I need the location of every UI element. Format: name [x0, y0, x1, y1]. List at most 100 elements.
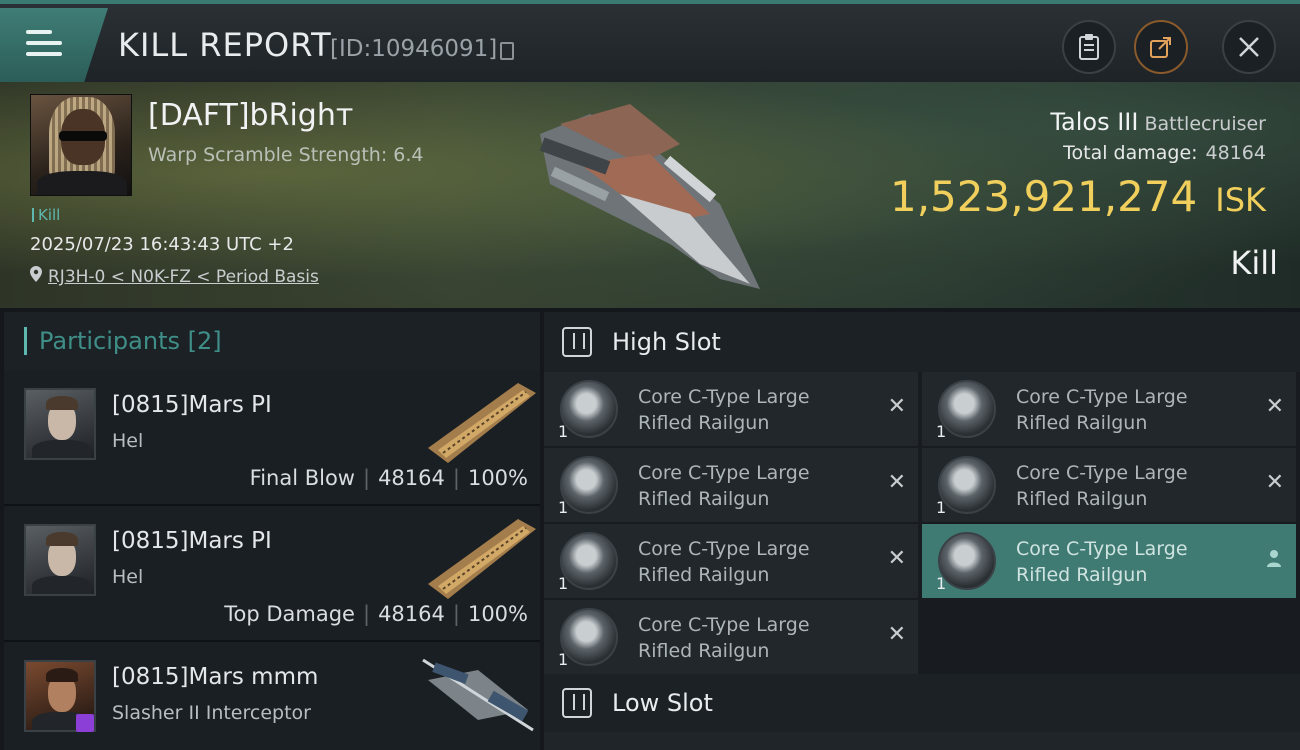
- module-item[interactable]: 1 Core C-Type Large Rifled Railgun ✕: [544, 600, 918, 674]
- participant-row[interactable]: [0815]Mars mmm Slasher II Interceptor: [4, 642, 540, 750]
- report-id: [ID:10946091]: [330, 36, 498, 62]
- participant-ship: Hel: [112, 566, 144, 588]
- low-slot-label: Low Slot: [612, 689, 713, 717]
- module-name: Core C-Type Large Rifled Railgun: [1016, 384, 1188, 436]
- participant-avatar[interactable]: [24, 388, 96, 460]
- low-slot-modules: [544, 732, 1300, 750]
- module-destroyed-icon: ✕: [887, 470, 906, 495]
- copy-icon[interactable]: [500, 42, 514, 60]
- module-name-line1: Core C-Type Large: [638, 386, 810, 408]
- participant-name[interactable]: [0815]Mars PI: [112, 392, 272, 418]
- participant-damage: 48164: [378, 466, 445, 490]
- module-item[interactable]: 1 Core C-Type Large Rifled Railgun: [922, 524, 1296, 598]
- participant-ship: Hel: [112, 430, 144, 452]
- low-slot-header[interactable]: Low Slot: [544, 674, 1300, 732]
- share-icon: [1150, 37, 1171, 58]
- share-button[interactable]: [1134, 20, 1188, 74]
- module-destroyed-icon: ✕: [1265, 394, 1284, 419]
- participant-ship-image: [428, 383, 536, 463]
- page-title: KILL REPORT: [118, 26, 332, 64]
- participant-stats: Top Damage | 48164 | 100%: [224, 602, 528, 626]
- module-name-line1: Core C-Type Large: [1016, 386, 1188, 408]
- module-item[interactable]: 1 Core C-Type Large Rifled Railgun ✕: [544, 372, 918, 446]
- total-damage: Total damage: 48164: [1063, 142, 1266, 164]
- module-name: Core C-Type Large Rifled Railgun: [1016, 460, 1188, 512]
- module-name-line2: Rifled Railgun: [1016, 488, 1148, 510]
- participant-name[interactable]: [0815]Mars mmm: [112, 664, 318, 690]
- module-destroyed-icon: ✕: [887, 622, 906, 647]
- module-name: Core C-Type Large Rifled Railgun: [638, 460, 810, 512]
- clipboard-button[interactable]: [1062, 20, 1116, 74]
- close-icon: [1239, 37, 1259, 57]
- total-damage-label: Total damage:: [1063, 142, 1198, 164]
- module-name-line1: Core C-Type Large: [638, 538, 810, 560]
- high-slot-modules: 1 Core C-Type Large Rifled Railgun ✕ 1 Co…: [544, 372, 1300, 674]
- module-name-line2: Rifled Railgun: [638, 640, 770, 662]
- module-name: Core C-Type Large Rifled Railgun: [638, 612, 810, 664]
- victim-ship: Talos III Battlecruiser: [1050, 108, 1266, 136]
- participant-name[interactable]: [0815]Mars PI: [112, 528, 272, 554]
- module-name: Core C-Type Large Rifled Railgun: [638, 536, 810, 588]
- railgun-icon: [938, 456, 996, 514]
- isk-unit: ISK: [1215, 181, 1266, 219]
- module-name: Core C-Type Large Rifled Railgun: [1016, 536, 1188, 588]
- module-destroyed-icon: ✕: [887, 394, 906, 419]
- module-item[interactable]: 1 Core C-Type Large Rifled Railgun ✕: [544, 524, 918, 598]
- kill-summary-hero: [DAFT]bRighт Warp Scramble Strength: 6.4…: [0, 82, 1300, 308]
- participants-header[interactable]: Participants [2]: [4, 312, 540, 370]
- participant-ship-image: [428, 519, 536, 599]
- module-name-line1: Core C-Type Large: [1016, 538, 1188, 560]
- module-name: Core C-Type Large Rifled Railgun: [638, 384, 810, 436]
- module-quantity: 1: [936, 498, 947, 517]
- module-item[interactable]: 1 Core C-Type Large Rifled Railgun ✕: [544, 448, 918, 522]
- module-item[interactable]: 1 Core C-Type Large Rifled Railgun ✕: [922, 372, 1296, 446]
- role-badge-icon: [76, 714, 94, 732]
- participant-percent: 100%: [467, 466, 528, 490]
- module-name-line2: Rifled Railgun: [638, 564, 770, 586]
- fitting-panel: High Slot 1 Core C-Type Large Rifled Rail…: [544, 312, 1300, 750]
- high-slot-label: High Slot: [612, 328, 721, 356]
- module-quantity: 1: [558, 650, 569, 669]
- top-bar: KILL REPORT [ID:10946091]: [0, 0, 1300, 82]
- railgun-icon: [938, 532, 996, 590]
- participant-row[interactable]: [0815]Mars PI Hel Top Damage | 48164 | 100%: [4, 506, 540, 642]
- participant-row[interactable]: [0815]Mars PI Hel Final Blow | 48164 | 100%: [4, 370, 540, 506]
- warp-scramble-strength: Warp Scramble Strength: 6.4: [148, 144, 424, 166]
- module-quantity: 1: [936, 422, 947, 441]
- result-label: Kill: [1230, 244, 1278, 282]
- railgun-icon: [938, 380, 996, 438]
- participants-panel: Participants [2] [0815]Mars PI Hel Final…: [4, 312, 540, 750]
- victim-name[interactable]: [DAFT]bRighт: [148, 98, 353, 133]
- module-quantity: 1: [558, 422, 569, 441]
- high-slot-header[interactable]: High Slot: [544, 312, 1300, 372]
- menu-button[interactable]: [0, 8, 108, 82]
- module-name-line1: Core C-Type Large: [638, 614, 810, 636]
- kill-location[interactable]: RJ3H-0 < N0K-FZ < Period Basis: [30, 266, 319, 287]
- location-link[interactable]: RJ3H-0 < N0K-FZ < Period Basis: [48, 267, 319, 287]
- ship-class: Battlecruiser: [1144, 113, 1266, 135]
- participant-percent: 100%: [467, 602, 528, 626]
- victim-ship-image: [539, 104, 760, 289]
- close-button[interactable]: [1222, 20, 1276, 74]
- railgun-icon: [560, 532, 618, 590]
- ship-name[interactable]: Talos III: [1050, 108, 1138, 136]
- total-damage-value: 48164: [1205, 142, 1266, 164]
- isk-value: 1,523,921,274 ISK: [890, 172, 1266, 221]
- participant-role: Top Damage: [224, 602, 355, 626]
- high-slot-icon: [562, 327, 592, 357]
- module-dropped-icon: [1267, 550, 1281, 567]
- menu-icon: [26, 30, 62, 60]
- kill-tag: Kill: [32, 206, 60, 224]
- module-name-line2: Rifled Railgun: [1016, 564, 1148, 586]
- railgun-icon: [560, 380, 618, 438]
- participant-ship: Slasher II Interceptor: [112, 702, 311, 724]
- module-destroyed-icon: ✕: [1265, 470, 1284, 495]
- location-pin-icon: [30, 266, 42, 282]
- module-item[interactable]: 1 Core C-Type Large Rifled Railgun ✕: [922, 448, 1296, 522]
- module-destroyed-icon: ✕: [887, 546, 906, 571]
- low-slot-icon: [562, 688, 592, 718]
- victim-avatar[interactable]: [30, 94, 132, 196]
- participant-role: Final Blow: [249, 466, 355, 490]
- module-quantity: 1: [558, 498, 569, 517]
- participant-avatar[interactable]: [24, 524, 96, 596]
